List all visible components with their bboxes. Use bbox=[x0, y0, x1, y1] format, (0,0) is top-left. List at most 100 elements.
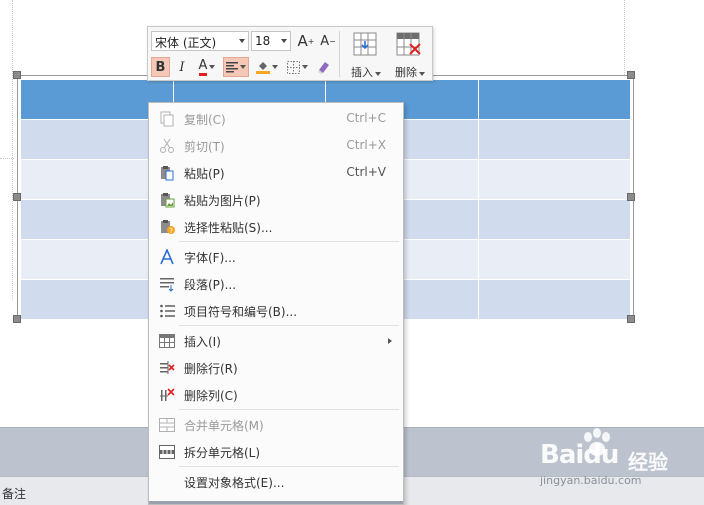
eraser-icon bbox=[318, 62, 329, 74]
menu-item-font[interactable]: 字体(F)... bbox=[150, 243, 402, 270]
menu-item-label: 字体(F)... bbox=[184, 251, 236, 265]
resize-handle-top-left[interactable] bbox=[13, 71, 21, 79]
eraser-button[interactable] bbox=[314, 57, 334, 77]
delete-row-icon bbox=[160, 361, 175, 374]
menu-item-split-cells[interactable]: 拆分单元格(L) bbox=[150, 438, 402, 465]
menu-item-format-object[interactable]: 设置对象格式(E)... bbox=[150, 468, 402, 495]
table-cell[interactable] bbox=[477, 279, 631, 320]
menu-item-copy[interactable]: 复制(C) Ctrl+C bbox=[150, 105, 402, 132]
paragraph-icon bbox=[160, 278, 174, 292]
paste-picture-icon bbox=[161, 193, 175, 208]
scissors-icon bbox=[160, 138, 174, 153]
resize-handle-bottom-left[interactable] bbox=[13, 315, 21, 323]
menu-item-paragraph[interactable]: 段落(P)... bbox=[150, 270, 402, 297]
grow-font-button[interactable]: A + bbox=[296, 31, 316, 51]
insert-button[interactable]: 插入 bbox=[345, 30, 385, 80]
chevron-down-icon bbox=[239, 39, 245, 43]
chevron-down-icon bbox=[240, 65, 246, 69]
menu-item-paste[interactable]: 粘贴(P) Ctrl+V bbox=[150, 159, 402, 186]
align-button[interactable] bbox=[223, 57, 249, 77]
grow-font-icon: A bbox=[297, 32, 308, 50]
svg-text:?: ? bbox=[169, 227, 173, 235]
resize-handle-top-right[interactable] bbox=[627, 71, 635, 79]
menu-item-label: 项目符号和编号(B)... bbox=[184, 305, 298, 319]
toolbar-divider bbox=[339, 31, 340, 77]
menu-item-label: 插入(I) bbox=[184, 335, 221, 349]
font-color-icon: A bbox=[198, 58, 208, 76]
menu-item-label: 选择性粘贴(S)... bbox=[184, 221, 273, 235]
menu-item-label: 粘贴为图片(P) bbox=[184, 194, 261, 208]
notes-label[interactable]: 备注 bbox=[2, 485, 26, 502]
paste-icon bbox=[161, 166, 174, 181]
shrink-font-button[interactable]: A − bbox=[318, 31, 338, 51]
chevron-down-icon bbox=[281, 39, 287, 43]
delete-button[interactable]: 删除 bbox=[389, 30, 429, 80]
guide-line bbox=[0, 158, 14, 159]
watermark-url: jingyan.baidu.com bbox=[540, 474, 642, 487]
menu-item-insert[interactable]: 插入(I) bbox=[150, 327, 402, 354]
menu-scroll-edge bbox=[149, 501, 403, 504]
fill-color-button[interactable] bbox=[253, 57, 281, 77]
menu-item-label: 粘贴(P) bbox=[184, 167, 225, 181]
table-cell[interactable] bbox=[477, 119, 631, 160]
menu-separator bbox=[179, 409, 399, 410]
menu-item-label: 删除行(R) bbox=[184, 362, 238, 376]
guide-line bbox=[12, 0, 13, 300]
delete-column-icon bbox=[160, 388, 175, 401]
menu-item-delete-row[interactable]: 删除行(R) bbox=[150, 354, 402, 381]
menu-item-shortcut: Ctrl+X bbox=[346, 138, 386, 152]
mini-toolbar: 宋体 (正文) 18 A + A − B I A 插入 删除 bbox=[147, 26, 433, 81]
resize-handle-right[interactable] bbox=[627, 193, 635, 201]
chevron-down-icon bbox=[272, 65, 278, 69]
italic-button[interactable]: I bbox=[173, 57, 191, 77]
menu-separator bbox=[179, 241, 399, 242]
table-cell[interactable] bbox=[477, 79, 631, 120]
italic-icon: I bbox=[179, 59, 185, 75]
menu-item-shortcut: Ctrl+C bbox=[346, 111, 386, 125]
paint-bucket-icon bbox=[256, 62, 270, 74]
watermark-brand: Baidu bbox=[540, 440, 619, 470]
align-left-icon bbox=[226, 61, 238, 72]
menu-item-paste-as-picture[interactable]: 粘贴为图片(P) bbox=[150, 186, 402, 213]
bold-icon: B bbox=[155, 59, 166, 75]
chevron-down-icon bbox=[209, 65, 216, 69]
table-insert-icon bbox=[353, 32, 377, 56]
font-size-select[interactable]: 18 bbox=[251, 31, 291, 51]
bold-button[interactable]: B bbox=[151, 57, 170, 77]
resize-handle-bottom-right[interactable] bbox=[627, 315, 635, 323]
menu-separator bbox=[179, 325, 399, 326]
font-size-value: 18 bbox=[255, 34, 271, 48]
bullets-icon bbox=[160, 304, 175, 318]
menu-item-delete-column[interactable]: 删除列(C) bbox=[150, 381, 402, 408]
menu-item-label: 复制(C) bbox=[184, 113, 226, 127]
menu-item-paste-special[interactable]: ? 选择性粘贴(S)... bbox=[150, 213, 402, 240]
resize-handle-left[interactable] bbox=[13, 193, 21, 201]
table-insert-icon bbox=[159, 334, 175, 348]
context-menu: 复制(C) Ctrl+C 剪切(T) Ctrl+X 粘贴(P) Ctrl+V 粘… bbox=[148, 102, 404, 505]
font-color-button[interactable]: A bbox=[194, 57, 220, 77]
font-name-value: 宋体 (正文) bbox=[155, 36, 217, 50]
table-delete-icon bbox=[396, 32, 421, 56]
watermark: Baidu 经验 jingyan.baidu.com bbox=[540, 428, 704, 488]
menu-item-merge-cells[interactable]: 合并单元格(M) bbox=[150, 411, 402, 438]
table-cell[interactable] bbox=[477, 159, 631, 200]
menu-item-label: 设置对象格式(E)... bbox=[184, 476, 285, 490]
menu-item-label: 删除列(C) bbox=[184, 389, 238, 403]
table-cell[interactable] bbox=[477, 199, 631, 240]
borders-button[interactable] bbox=[284, 57, 310, 77]
font-name-select[interactable]: 宋体 (正文) bbox=[151, 31, 249, 51]
menu-item-shortcut: Ctrl+V bbox=[346, 165, 386, 179]
chevron-right-icon bbox=[388, 338, 392, 344]
menu-item-bullets[interactable]: 项目符号和编号(B)... bbox=[150, 297, 402, 324]
table-cell[interactable] bbox=[477, 239, 631, 280]
chevron-down-icon bbox=[301, 65, 308, 69]
menu-item-label: 拆分单元格(L) bbox=[184, 446, 261, 460]
paste-special-icon: ? bbox=[161, 220, 175, 235]
menu-item-label: 段落(P)... bbox=[184, 278, 237, 292]
menu-item-label: 剪切(T) bbox=[184, 140, 225, 154]
borders-icon bbox=[286, 60, 300, 74]
split-cells-icon bbox=[159, 445, 175, 459]
menu-item-cut[interactable]: 剪切(T) Ctrl+X bbox=[150, 132, 402, 159]
watermark-product: 经验 bbox=[628, 450, 668, 474]
delete-label: 删除 bbox=[389, 64, 431, 80]
